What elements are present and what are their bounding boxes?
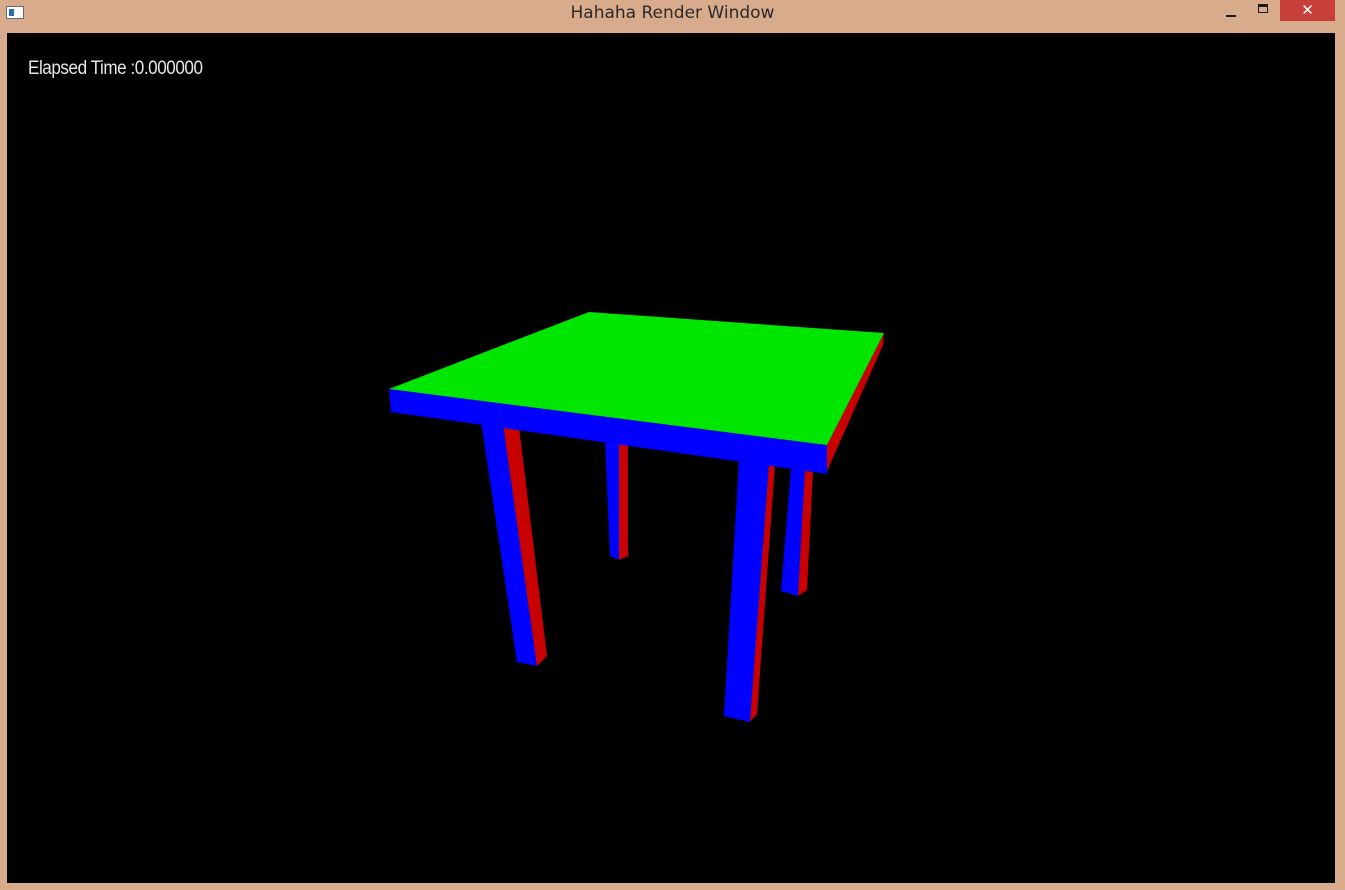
table-leg-front-left [481, 421, 547, 666]
table-top [389, 312, 884, 474]
leg-back-left-front-face [605, 441, 619, 560]
close-icon: ✕ [1301, 1, 1314, 19]
table-leg-back-left [605, 441, 628, 560]
title-bar[interactable]: Hahaha Render Window ✕ [0, 0, 1345, 32]
table-leg-front-right [724, 460, 775, 722]
maximize-button[interactable] [1248, 0, 1278, 21]
table-scene [389, 312, 884, 722]
close-button[interactable]: ✕ [1280, 0, 1335, 21]
window-title: Hahaha Render Window [570, 3, 775, 23]
maximize-icon [1258, 4, 1268, 13]
table-leg-back-right [781, 469, 813, 596]
render-window: Hahaha Render Window ✕ Elapsed Time :0.0… [0, 0, 1345, 890]
minimize-icon [1226, 14, 1236, 17]
render-viewport[interactable]: Elapsed Time :0.000000 [7, 33, 1335, 883]
leg-back-left-side-face [619, 443, 628, 560]
minimize-button[interactable] [1216, 0, 1246, 21]
